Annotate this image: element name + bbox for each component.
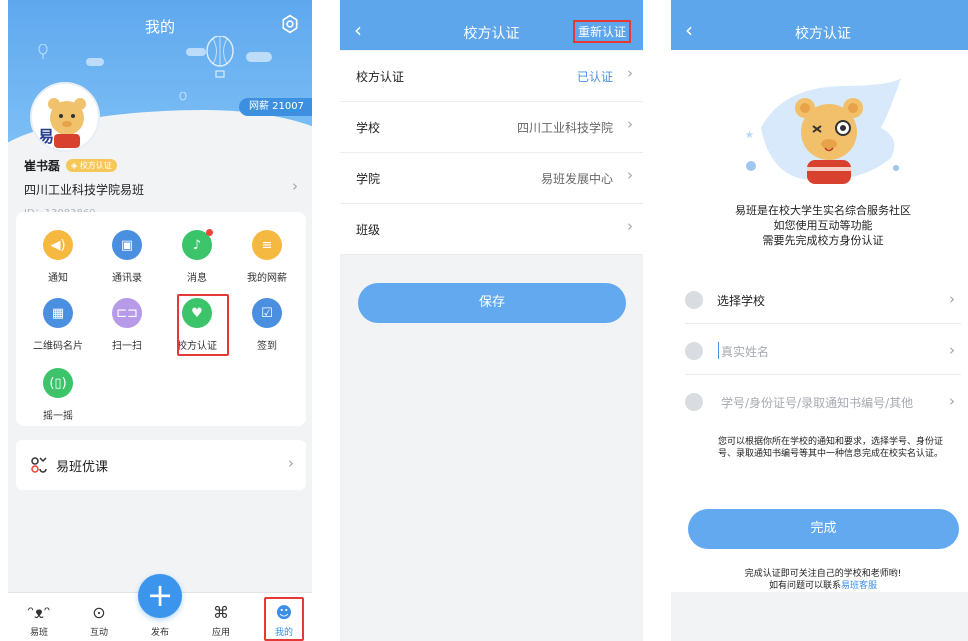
bear-mascot-illustration: ★: [745, 78, 901, 184]
tab-interact[interactable]: ⊙ 互动: [76, 593, 122, 638]
shake-phone-icon: (▯): [43, 368, 73, 398]
bell-icon: ♪: [182, 229, 213, 260]
id-number-field[interactable]: 学号/身份证号/录取通知书编号/其他 ›: [685, 380, 961, 426]
course-entry[interactable]: 易班优课 ›: [16, 440, 306, 490]
chevron-right-icon: ›: [949, 392, 955, 410]
grid-item-wang-gold[interactable]: ≡ 我的网薪: [235, 230, 299, 284]
auth-form-screen: ‹ 校方认证 ★ 易班是在校大学生实名综合服务社区 如您使用互动等功能 需要先完…: [671, 0, 968, 641]
speaker-icon: ◀): [43, 230, 73, 260]
done-button[interactable]: 完成: [688, 509, 959, 549]
chevron-right-icon: ›: [949, 341, 955, 359]
intro-text: 易班是在校大学生实名综合服务社区 如您使用互动等功能 需要先完成校方身份认证: [735, 204, 911, 247]
chevron-right-icon: ›: [627, 217, 633, 235]
customer-service-link[interactable]: 易班客服: [841, 581, 877, 591]
coins-icon: ≡: [252, 230, 282, 260]
svg-text:★: ★: [745, 130, 754, 141]
highlight-mine-tab: [264, 597, 304, 641]
tab-yiban[interactable]: ᵔᴥᵔ 易班: [16, 593, 62, 638]
chevron-right-icon: ›: [627, 166, 633, 184]
chevron-right-icon: ›: [292, 177, 298, 195]
wang-gold-balance[interactable]: 网薪 21007: [239, 98, 312, 116]
gear-icon[interactable]: [280, 14, 300, 34]
grid-item-qrcode[interactable]: ▦ 二维码名片: [26, 298, 90, 352]
page-title: 我的: [144, 18, 175, 36]
calendar-check-icon: ☑: [252, 298, 282, 328]
function-grid: ◀) 通知 ▣ 通讯录 ♪ 消息 ≡ 我的网薪 ▦ 二维码名片 ⊏⊐ 扫一扫 ♥…: [16, 212, 306, 426]
real-name-field[interactable]: 真实姓名 ›: [685, 329, 961, 375]
grid-item-notice[interactable]: ◀) 通知: [26, 230, 90, 284]
bear-icon: ᵔᴥᵔ: [27, 603, 51, 622]
grid-item-messages[interactable]: ♪ 消息: [165, 229, 229, 284]
chevron-right-icon: ›: [627, 64, 633, 82]
chevron-right-icon: ›: [949, 290, 955, 308]
grid-item-checkin[interactable]: ☑ 签到: [235, 298, 299, 352]
select-school-field[interactable]: 选择学校 ›: [685, 278, 961, 324]
row-class[interactable]: 班级 ›: [340, 204, 643, 255]
auth-hint: 您可以根据你所在学校的通知和要求，选择学号、身份证号、录取通知书编号等其中一种信…: [718, 437, 944, 459]
user-school-class: 四川工业科技学院易班: [24, 183, 145, 197]
grid-item-shake[interactable]: (▯) 摇一摇: [26, 368, 90, 422]
chat-icon: ⊙: [92, 603, 106, 622]
user-name: 崔书磊: [24, 159, 61, 173]
publish-button[interactable]: +: [138, 574, 182, 618]
highlight-school-auth: [177, 294, 229, 356]
chevron-right-icon: ›: [627, 115, 633, 133]
auth-status-value: 已认证: [576, 70, 613, 84]
shield-icon: ◈: [71, 161, 78, 170]
save-button[interactable]: 保存: [358, 283, 626, 323]
person-icon: [685, 342, 703, 360]
course-icon: [31, 457, 47, 473]
avatar[interactable]: 易: [30, 82, 100, 152]
tab-apps[interactable]: ⌘ 应用: [198, 593, 244, 638]
row-school[interactable]: 学校 四川工业科技学院 ›: [340, 102, 643, 153]
user-info[interactable]: 崔书磊 ◈ 校方认证 四川工业科技学院易班 ID：13083860 ›: [24, 157, 312, 219]
nav-bar: ‹ 校方认证: [671, 12, 968, 50]
grid-item-scan[interactable]: ⊏⊐ 扫一扫: [95, 298, 159, 352]
apps-icon: ⌘: [213, 603, 229, 622]
text-cursor: [718, 342, 719, 359]
row-auth-status[interactable]: 校方认证 已认证 ›: [340, 51, 643, 102]
grid-item-contacts[interactable]: ▣ 通讯录: [95, 230, 159, 284]
row-college[interactable]: 学院 易班发展中心 ›: [340, 153, 643, 204]
nav-bar: ‹ 校方认证 重新认证: [340, 12, 643, 50]
school-icon: [685, 291, 703, 309]
footer-note: 完成认证即可关注自己的学校和老师哟! 如有问题可以联系易班客服: [744, 569, 902, 591]
auth-status-screen: ‹ 校方认证 重新认证 校方认证 已认证 › 学校 四川工业科技学院 › 学院 …: [340, 0, 643, 641]
contacts-icon: ▣: [112, 230, 142, 260]
page-title: 校方认证: [795, 26, 851, 42]
scan-icon: ⊏⊐: [112, 298, 142, 328]
verified-badge: ◈ 校方认证: [66, 159, 117, 172]
profile-screen: 我的 易 网薪 21007 崔书磊 ◈ 校方认证 四川工业科技学院易班 ID：1…: [8, 0, 312, 641]
re-auth-button[interactable]: 重新认证: [572, 20, 631, 43]
qrcode-icon: ▦: [43, 298, 73, 328]
chevron-right-icon: ›: [288, 454, 294, 472]
idcard-icon: [685, 393, 703, 411]
